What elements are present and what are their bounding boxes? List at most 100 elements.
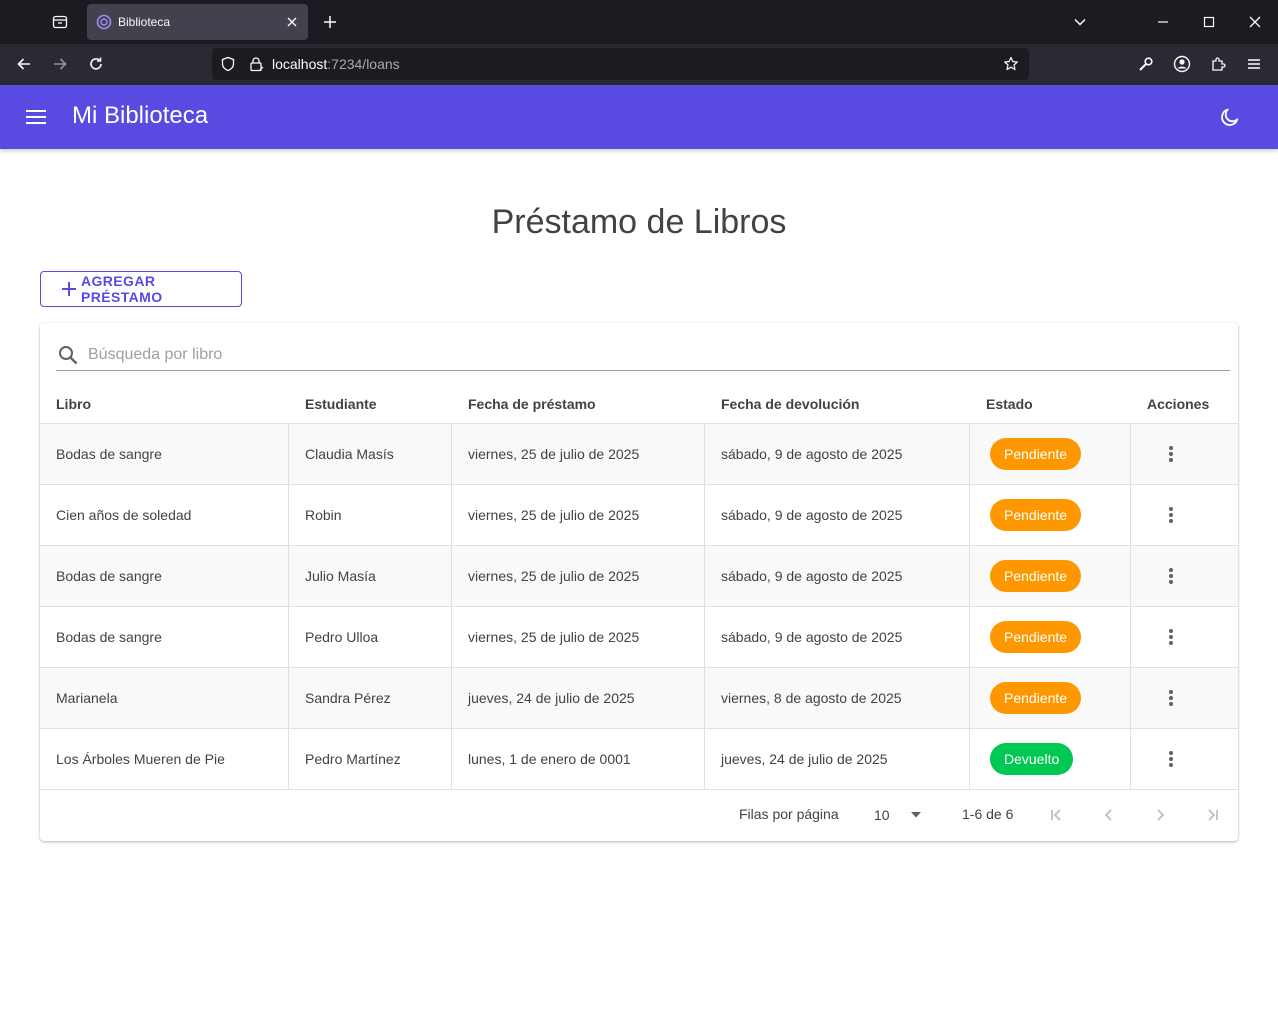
first-page-icon[interactable]	[1041, 799, 1073, 831]
forward-arrow-icon[interactable]	[44, 48, 76, 80]
status-badge-pending: Pendiente	[990, 560, 1082, 592]
url-text: localhost:7234/loans	[272, 56, 1001, 72]
cell-fecha-prestamo: viernes, 25 de julio de 2025	[452, 546, 705, 606]
cell-acciones	[1131, 485, 1238, 545]
maximize-icon[interactable]	[1192, 6, 1226, 38]
table-pager: Filas por página 10 1-6 de 6	[40, 790, 1238, 841]
arrow-drop-down-icon	[908, 807, 924, 823]
cell-libro: Bodas de sangre	[40, 546, 289, 606]
header-fecha-prestamo[interactable]: Fecha de préstamo	[452, 383, 705, 423]
search-input[interactable]	[88, 345, 1230, 364]
cell-fecha-devolucion: sábado, 9 de agosto de 2025	[705, 546, 970, 606]
table-row: Los Árboles Mueren de Pie Pedro Martínez…	[40, 729, 1238, 790]
header-acciones: Acciones	[1147, 396, 1210, 412]
page-range-text: 1-6 de 6	[962, 806, 1014, 822]
wrench-icon[interactable]	[1130, 48, 1162, 80]
cell-fecha-devolucion: viernes, 8 de agosto de 2025	[705, 668, 970, 728]
cell-fecha-prestamo: lunes, 1 de enero de 0001	[452, 729, 705, 789]
tab-list-chevron-down-icon[interactable]	[1063, 6, 1097, 38]
url-path: :7234/loans	[327, 56, 400, 72]
account-icon[interactable]	[1166, 48, 1198, 80]
tab-close-icon[interactable]	[280, 10, 304, 34]
add-loan-label: AGREGAR PRÉSTAMO	[80, 273, 163, 305]
cell-acciones	[1131, 729, 1238, 789]
loans-table-card: Libro Estudiante Fecha de préstamo Fecha…	[40, 323, 1238, 841]
status-badge-pending: Pendiente	[990, 682, 1082, 714]
back-arrow-icon[interactable]	[8, 48, 40, 80]
header-libro[interactable]: Libro	[40, 383, 289, 423]
status-badge-returned: Devuelto	[990, 743, 1074, 775]
url-bar[interactable]: localhost:7234/loans	[212, 48, 1029, 80]
dark-mode-moon-icon[interactable]	[1214, 101, 1246, 133]
previous-page-icon[interactable]	[1093, 799, 1125, 831]
cell-estado: Devuelto	[970, 729, 1131, 789]
cell-estudiante: Julio Masía	[289, 546, 452, 606]
cell-fecha-devolucion: sábado, 9 de agosto de 2025	[705, 485, 970, 545]
loans-table: Libro Estudiante Fecha de préstamo Fecha…	[40, 383, 1238, 790]
browser-tab-bar: Biblioteca	[0, 0, 1278, 44]
app-title: Mi Biblioteca	[72, 102, 209, 129]
bookmark-star-icon[interactable]	[1001, 54, 1021, 74]
cell-estudiante: Pedro Ulloa	[289, 607, 452, 667]
cell-estado: Pendiente	[970, 424, 1131, 484]
last-page-icon[interactable]	[1196, 799, 1228, 831]
status-badge-pending: Pendiente	[990, 499, 1082, 531]
cell-acciones	[1131, 668, 1238, 728]
tab-overview-icon[interactable]	[45, 6, 75, 38]
cell-fecha-prestamo: jueves, 24 de julio de 2025	[452, 668, 705, 728]
rows-per-page-label: Filas por página	[739, 806, 839, 822]
header-estudiante[interactable]: Estudiante	[289, 383, 452, 423]
cell-fecha-devolucion: sábado, 9 de agosto de 2025	[705, 424, 970, 484]
status-badge-pending: Pendiente	[990, 438, 1082, 470]
more-vert-icon[interactable]	[1155, 682, 1187, 714]
next-page-icon[interactable]	[1144, 799, 1176, 831]
page-title: Préstamo de Libros	[491, 203, 787, 241]
cell-estado: Pendiente	[970, 607, 1131, 667]
browser-nav-bar: localhost:7234/loans	[0, 44, 1278, 85]
extensions-icon[interactable]	[1202, 48, 1234, 80]
more-vert-icon[interactable]	[1155, 438, 1187, 470]
drawer-menu-icon[interactable]	[20, 101, 52, 133]
minimize-icon[interactable]	[1146, 6, 1180, 38]
cell-fecha-prestamo: viernes, 25 de julio de 2025	[452, 424, 705, 484]
cell-libro: Cien años de soledad	[40, 485, 289, 545]
search-field[interactable]	[56, 339, 1230, 371]
header-estado[interactable]: Estado	[970, 383, 1131, 423]
cell-estado: Pendiente	[970, 485, 1131, 545]
cell-fecha-prestamo: viernes, 25 de julio de 2025	[452, 607, 705, 667]
more-vert-icon[interactable]	[1155, 743, 1187, 775]
plus-icon	[60, 280, 78, 298]
rows-per-page-select[interactable]: 10	[874, 802, 926, 828]
table-row: Bodas de sangre Claudia Masís viernes, 2…	[40, 424, 1238, 485]
cell-estudiante: Sandra Pérez	[289, 668, 452, 728]
shield-icon[interactable]	[218, 54, 238, 74]
table-row: Cien años de soledad Robin viernes, 25 d…	[40, 485, 1238, 546]
header-fecha-devolucion[interactable]: Fecha de devolución	[705, 383, 970, 423]
cell-fecha-devolucion: jueves, 24 de julio de 2025	[705, 729, 970, 789]
cell-estado: Pendiente	[970, 668, 1131, 728]
cell-acciones	[1131, 424, 1238, 484]
more-vert-icon[interactable]	[1155, 621, 1187, 653]
add-loan-button[interactable]: AGREGAR PRÉSTAMO	[40, 271, 242, 307]
browser-tab[interactable]: Biblioteca	[87, 4, 308, 40]
cell-estudiante: Pedro Martínez	[289, 729, 452, 789]
more-vert-icon[interactable]	[1155, 560, 1187, 592]
tab-title: Biblioteca	[118, 15, 171, 29]
hamburger-menu-icon[interactable]	[1238, 48, 1270, 80]
cell-libro: Marianela	[40, 668, 289, 728]
cell-acciones	[1131, 607, 1238, 667]
rows-per-page-value: 10	[874, 807, 890, 823]
url-host: localhost	[272, 56, 328, 72]
window-close-icon[interactable]	[1238, 6, 1272, 38]
cell-libro: Bodas de sangre	[40, 607, 289, 667]
cell-estudiante: Claudia Masís	[289, 424, 452, 484]
cell-libro: Bodas de sangre	[40, 424, 289, 484]
more-vert-icon[interactable]	[1155, 499, 1187, 531]
cell-estado: Pendiente	[970, 546, 1131, 606]
reload-icon[interactable]	[80, 48, 112, 80]
favicon-icon	[96, 14, 112, 30]
cell-libro: Los Árboles Mueren de Pie	[40, 729, 289, 789]
app-bar: Mi Biblioteca	[0, 85, 1278, 149]
new-tab-icon[interactable]	[316, 8, 344, 36]
lock-icon[interactable]	[246, 54, 266, 74]
